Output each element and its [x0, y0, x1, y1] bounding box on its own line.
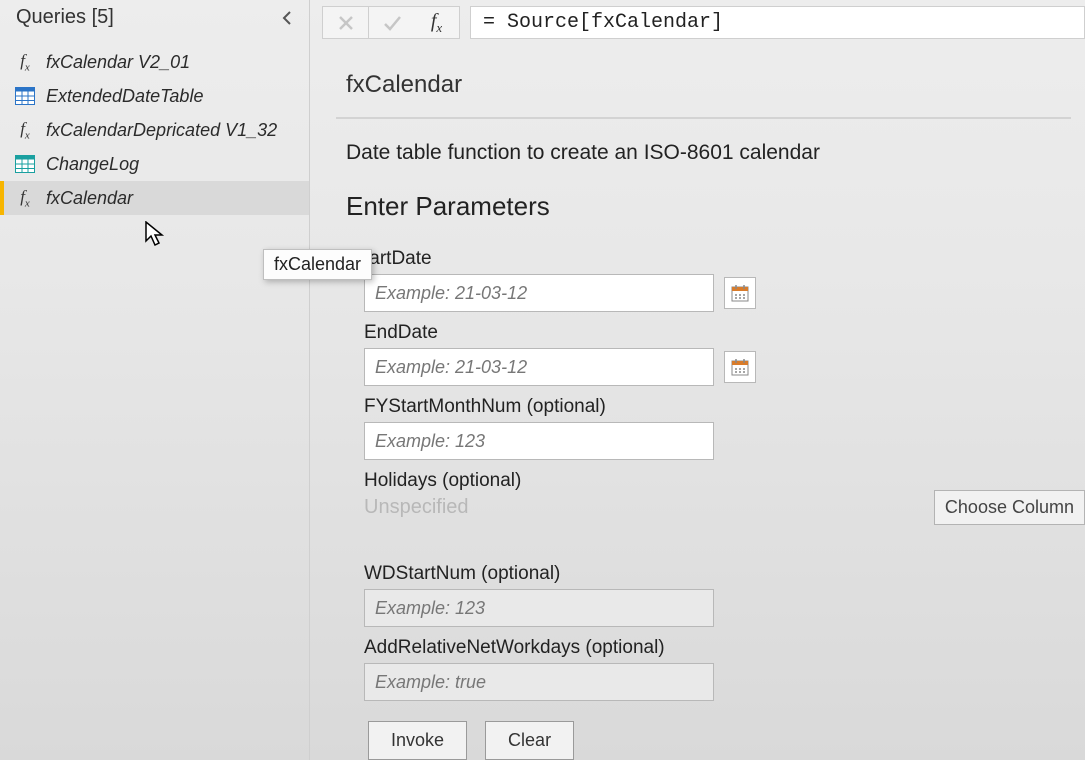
query-item-label: ChangeLog: [46, 154, 139, 175]
action-buttons: Invoke Clear: [368, 721, 1071, 760]
formula-input[interactable]: [470, 6, 1085, 39]
collapse-sidebar-icon[interactable]: [277, 8, 297, 28]
formula-bar: fx: [322, 6, 1085, 39]
enddate-datepicker-button[interactable]: [724, 351, 756, 383]
invoke-button[interactable]: Invoke: [368, 721, 467, 760]
startdate-label: tartDate: [364, 248, 1071, 270]
function-icon: fx: [14, 187, 36, 209]
check-icon: [382, 13, 402, 33]
startdate-input[interactable]: [364, 274, 714, 312]
fx-label: fx: [414, 6, 460, 39]
startdate-datepicker-button[interactable]: [724, 277, 756, 309]
query-item-label: fxCalendar: [46, 188, 133, 209]
enter-parameters-heading: Enter Parameters: [336, 187, 1071, 238]
query-tooltip: fxCalendar: [263, 249, 372, 280]
holidays-label: Holidays (optional): [364, 470, 1071, 492]
query-item-label: fxCalendar V2_01: [46, 52, 190, 73]
addrel-label: AddRelativeNetWorkdays (optional): [364, 637, 1071, 659]
wdstart-input[interactable]: [364, 589, 714, 627]
queries-sidebar: Queries [5] fx fxCalendar V2_01: [0, 0, 310, 760]
close-icon: [337, 14, 355, 32]
function-icon: fx: [14, 51, 36, 73]
query-item-fxcalendardepricated[interactable]: fx fxCalendarDepricated V1_32: [0, 113, 309, 147]
query-item-changelog[interactable]: ChangeLog: [0, 147, 309, 181]
function-description: Date table function to create an ISO-860…: [336, 119, 1071, 187]
calendar-icon: [730, 283, 750, 303]
calendar-icon: [730, 357, 750, 377]
wdstart-label: WDStartNum (optional): [364, 563, 1071, 585]
query-item-fxcalendar-v2[interactable]: fx fxCalendar V2_01: [0, 45, 309, 79]
cancel-formula-button[interactable]: [322, 6, 368, 39]
choose-column-button[interactable]: Choose Column: [934, 490, 1085, 525]
enddate-input[interactable]: [364, 348, 714, 386]
query-item-fxcalendar[interactable]: fx fxCalendar: [0, 181, 309, 215]
main-panel: fx fxCalendar Date table function to cre…: [310, 0, 1085, 760]
fystart-label: FYStartMonthNum (optional): [364, 396, 1071, 418]
query-item-extendeddatetable[interactable]: ExtendedDateTable: [0, 79, 309, 113]
app-root: Queries [5] fx fxCalendar V2_01: [0, 0, 1085, 760]
sidebar-header: Queries [5]: [0, 0, 309, 39]
table-icon: [14, 153, 36, 175]
function-icon: fx: [14, 119, 36, 141]
addrel-input[interactable]: [364, 663, 714, 701]
table-icon: [14, 85, 36, 107]
query-item-label: ExtendedDateTable: [46, 86, 203, 107]
query-list: fx fxCalendar V2_01 ExtendedDateTable: [0, 39, 309, 215]
function-name: fxCalendar: [336, 53, 1071, 119]
fystart-input[interactable]: [364, 422, 714, 460]
commit-formula-button[interactable]: [368, 6, 414, 39]
queries-title: Queries [5]: [16, 6, 114, 29]
query-item-label: fxCalendarDepricated V1_32: [46, 120, 277, 141]
clear-button[interactable]: Clear: [485, 721, 574, 760]
function-section: fxCalendar Date table function to create…: [322, 39, 1085, 760]
enddate-label: EndDate: [364, 322, 1071, 344]
